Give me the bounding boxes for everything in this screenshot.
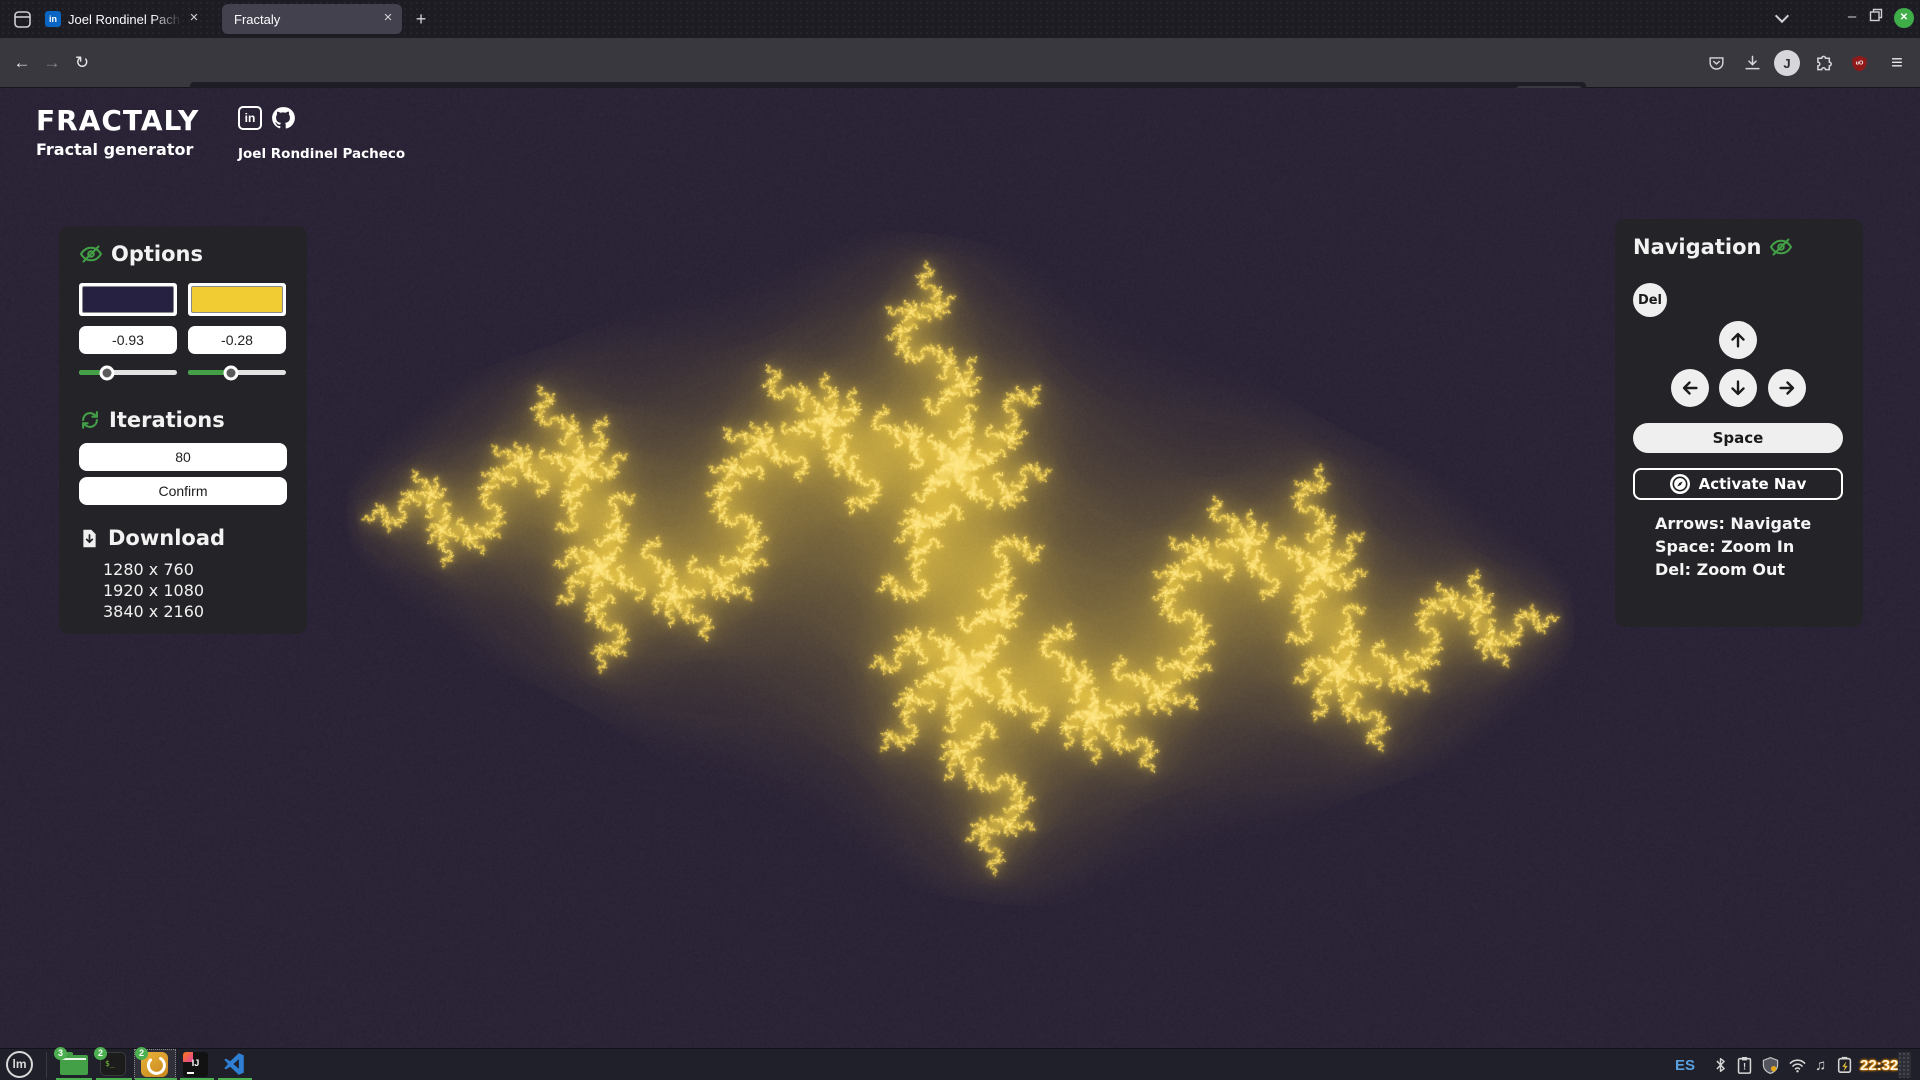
- page-content: FRACTALY Fractal generator in Joel Rondi…: [0, 88, 1920, 1048]
- download-size-link[interactable]: 1920 x 1080: [103, 581, 204, 600]
- svg-text:uO: uO: [1855, 60, 1863, 66]
- eye-off-icon[interactable]: [1769, 235, 1793, 259]
- new-tab-button[interactable]: +: [408, 7, 434, 33]
- svg-text:!: !: [1743, 1061, 1746, 1071]
- intellij-icon: IJ: [183, 1052, 208, 1077]
- download-size-link[interactable]: 1280 x 760: [103, 560, 194, 579]
- arrow-right-icon: [1776, 377, 1798, 399]
- tab-linkedin[interactable]: in Joel Rondinel Pacheco | Lin ×: [36, 4, 208, 34]
- files-app-button[interactable]: 3: [60, 1051, 88, 1077]
- arrow-down-button[interactable]: [1719, 369, 1757, 407]
- taskbar-divider: [46, 1052, 47, 1078]
- navigation-title-row: Navigation: [1633, 235, 1793, 259]
- window-count-badge: 3: [54, 1047, 67, 1060]
- terminal-app-button[interactable]: 2 $_: [100, 1051, 128, 1077]
- linkedin-favicon-icon: in: [45, 11, 61, 27]
- tab-close-icon[interactable]: ×: [378, 9, 398, 29]
- color-picker-background[interactable]: [79, 283, 177, 316]
- activate-nav-label: Activate Nav: [1699, 475, 1807, 493]
- tab-bar: in Joel Rondinel Pacheco | Lin × Fractal…: [0, 0, 1920, 38]
- media-player-icon[interactable]: ♫: [1815, 1049, 1826, 1080]
- del-key-button[interactable]: Del: [1633, 283, 1667, 317]
- download-title: Download: [108, 526, 225, 550]
- tab-title-fade: [152, 4, 182, 34]
- window-count-badge: 2: [135, 1047, 148, 1060]
- firefox-view-icon[interactable]: [8, 7, 36, 31]
- forward-button[interactable]: →: [40, 51, 64, 75]
- pocket-icon[interactable]: [1703, 50, 1729, 76]
- app-tagline: Fractal generator: [36, 140, 193, 159]
- navigation-toolbar: ← → ↻ https://joelrondinelpacheco.github…: [0, 38, 1920, 88]
- arrow-left-button[interactable]: [1671, 369, 1709, 407]
- iterations-title-row: Iterations: [79, 408, 225, 432]
- browser-window: in Joel Rondinel Pacheco | Lin × Fractal…: [0, 0, 1920, 1080]
- iterations-title: Iterations: [109, 408, 225, 432]
- c-real-input[interactable]: -0.93: [79, 326, 177, 354]
- file-download-icon: [79, 528, 100, 549]
- bluetooth-icon[interactable]: [1714, 1049, 1727, 1080]
- options-panel: Options -0.93 -0.28 Iterations 80 Confir…: [59, 226, 307, 634]
- refresh-icon: [79, 409, 101, 431]
- c-real-slider[interactable]: [79, 370, 177, 375]
- hint-del: Del: Zoom Out: [1655, 560, 1785, 579]
- vscode-app-button[interactable]: [221, 1051, 249, 1077]
- arrow-up-icon: [1727, 329, 1749, 351]
- arrow-right-button[interactable]: [1768, 369, 1806, 407]
- github-icon[interactable]: [270, 105, 296, 136]
- hint-space: Space: Zoom In: [1655, 537, 1794, 556]
- arrow-down-icon: [1727, 377, 1749, 399]
- tab-close-icon[interactable]: ×: [184, 9, 204, 29]
- intellij-app-button[interactable]: IJ: [183, 1051, 211, 1077]
- download-size-link[interactable]: 3840 x 2160: [103, 602, 204, 621]
- battery-icon[interactable]: [1835, 1049, 1855, 1080]
- clipboard-icon[interactable]: !: [1736, 1049, 1753, 1080]
- options-title-row: Options: [79, 242, 203, 266]
- window-close-button[interactable]: ✕: [1894, 8, 1914, 28]
- firefox-app-button[interactable]: 2: [141, 1051, 169, 1077]
- c-imag-slider[interactable]: [188, 370, 286, 375]
- arrow-up-button[interactable]: [1719, 321, 1757, 359]
- app-logo: FRACTALY: [36, 104, 199, 137]
- activate-nav-button[interactable]: Activate Nav: [1633, 468, 1843, 500]
- firewall-shield-icon[interactable]: [1761, 1049, 1780, 1080]
- navigation-title: Navigation: [1633, 235, 1761, 259]
- color-picker-fractal[interactable]: [188, 283, 286, 316]
- iterations-input[interactable]: 80: [79, 443, 287, 471]
- eye-off-icon[interactable]: [79, 242, 103, 266]
- taskbar: lm 3 2 $_ 2 IJ: [0, 1048, 1920, 1080]
- clock[interactable]: 22:32: [1860, 1049, 1898, 1080]
- arrow-left-icon: [1679, 377, 1701, 399]
- compass-icon: [1670, 474, 1690, 494]
- list-all-tabs-chevron-icon[interactable]: [1772, 7, 1794, 29]
- keyboard-layout-indicator[interactable]: ES: [1675, 1049, 1695, 1080]
- linkedin-icon[interactable]: in: [238, 106, 262, 130]
- space-key-button[interactable]: Space: [1633, 423, 1843, 453]
- window-restore-button[interactable]: [1868, 7, 1888, 29]
- window-count-badge: 2: [94, 1047, 107, 1060]
- tab-fractaly-active[interactable]: Fractaly ×: [222, 4, 402, 34]
- options-title: Options: [111, 242, 203, 266]
- show-desktop-button[interactable]: [1898, 1052, 1911, 1078]
- ublock-origin-icon[interactable]: uO: [1846, 50, 1872, 76]
- back-button[interactable]: ←: [10, 51, 34, 75]
- mint-menu-button[interactable]: lm: [6, 1051, 33, 1078]
- downloads-icon[interactable]: [1739, 50, 1765, 76]
- window-minimize-button[interactable]: –: [1842, 7, 1862, 29]
- confirm-button[interactable]: Confirm: [79, 477, 287, 505]
- slider-thumb[interactable]: [100, 365, 115, 380]
- account-avatar[interactable]: J: [1774, 50, 1800, 76]
- navigation-panel: Navigation Del Space Activate Nav: [1615, 219, 1863, 627]
- reload-button[interactable]: ↻: [70, 51, 94, 75]
- slider-thumb[interactable]: [224, 365, 239, 380]
- author-name: Joel Rondinel Pacheco: [238, 146, 405, 162]
- hamburger-menu-icon[interactable]: ≡: [1884, 50, 1910, 76]
- extensions-puzzle-icon[interactable]: [1812, 50, 1838, 76]
- wifi-icon[interactable]: [1788, 1049, 1807, 1080]
- tab-title: Fractaly: [234, 12, 374, 27]
- hint-arrows: Arrows: Navigate: [1655, 514, 1811, 533]
- c-imag-input[interactable]: -0.28: [188, 326, 286, 354]
- vscode-icon: [221, 1051, 247, 1077]
- download-title-row: Download: [79, 526, 225, 550]
